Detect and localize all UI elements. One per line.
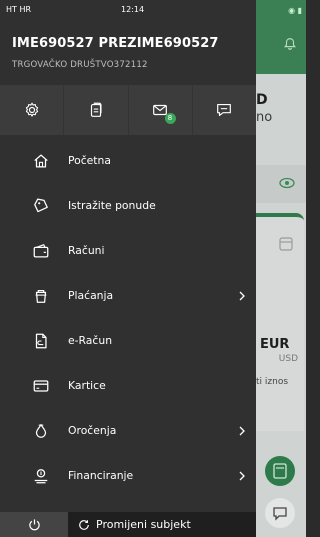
background-text: D — [256, 92, 268, 108]
background-secondary-currency: USD — [278, 354, 298, 364]
background-text: no — [256, 110, 273, 125]
menu-item-label: Računi — [68, 244, 105, 257]
background-app-overlay[interactable]: ◉ ▮ D no EUR USD ti iznos — [256, 0, 306, 537]
status-time: 12:14 — [121, 5, 145, 14]
chevron-right-icon — [239, 471, 245, 480]
screen: ◉ ▮ D no EUR USD ti iznos HT HR 12:14 IM… — [0, 0, 306, 537]
menu-item-label: Plaćanja — [68, 289, 114, 302]
menu-item-label: Kartice — [68, 379, 106, 392]
eye-icon — [279, 177, 295, 189]
gear-icon — [25, 102, 38, 117]
financing-icon — [34, 468, 48, 483]
main-menu: Početna Istražite ponude Računi Plaćanja… — [0, 138, 256, 498]
power-icon — [28, 519, 40, 531]
menu-item-istrazite-ponude[interactable]: Istražite ponude — [0, 183, 256, 228]
documents-button[interactable] — [64, 85, 129, 135]
menu-item-placanja[interactable]: Plaćanja — [0, 273, 256, 318]
background-chat-button — [265, 498, 295, 528]
card-icon — [33, 379, 49, 392]
menu-item-orocenja[interactable]: Oročenja — [0, 408, 256, 453]
navigation-drawer: HT HR 12:14 IME690527 PREZIME690527 TRGO… — [0, 0, 256, 537]
menu-item-financiranje[interactable]: Financiranje — [0, 453, 256, 498]
background-fab-button — [265, 456, 295, 486]
card-icon — [279, 237, 293, 251]
menu-item-e-racun[interactable]: e-Račun — [0, 318, 256, 363]
document-icon — [90, 102, 102, 117]
home-icon — [34, 154, 48, 167]
menu-item-kartice[interactable]: Kartice — [0, 363, 256, 408]
chevron-right-icon — [239, 291, 245, 300]
quick-actions-bar: 8 — [0, 85, 256, 135]
e-invoice-icon — [35, 333, 47, 348]
calculator-icon — [273, 463, 287, 479]
chat-button[interactable] — [193, 85, 256, 135]
menu-item-label: Oročenja — [68, 424, 117, 437]
menu-item-label: Početna — [68, 154, 112, 167]
chevron-right-icon — [239, 426, 245, 435]
refresh-icon — [79, 519, 89, 530]
menu-item-label: Financiranje — [68, 469, 134, 482]
user-info: IME690527 PREZIME690527 TRGOVAČKO DRUŠTV… — [12, 36, 219, 70]
status-icons: ◉ ▮ — [288, 6, 302, 15]
background-amount-label: ti iznos — [256, 377, 289, 387]
chat-icon — [273, 507, 287, 521]
menu-item-racuni[interactable]: Računi — [0, 228, 256, 273]
switch-subject-button[interactable]: Promijeni subjekt — [68, 512, 256, 537]
tag-icon — [34, 197, 48, 212]
background-header: ◉ ▮ — [256, 0, 306, 74]
messages-button[interactable]: 8 — [129, 85, 193, 135]
menu-item-label: e-Račun — [68, 334, 113, 347]
carrier-label: HT HR — [6, 5, 32, 14]
switch-subject-label: Promijeni subjekt — [96, 518, 191, 531]
user-name: IME690527 PREZIME690527 — [12, 36, 219, 51]
bell-icon — [284, 38, 296, 50]
menu-item-label: Istražite ponude — [68, 199, 156, 212]
settings-button[interactable] — [0, 85, 65, 135]
unread-badge: 8 — [164, 113, 176, 124]
drawer-footer: Promijeni subjekt — [0, 512, 256, 537]
chat-icon — [217, 104, 232, 116]
status-bar: HT HR 12:14 — [0, 0, 256, 18]
payment-icon — [35, 289, 47, 303]
menu-item-pocetna[interactable]: Početna — [0, 138, 256, 183]
logout-button[interactable] — [0, 512, 68, 537]
deposit-icon — [35, 423, 47, 438]
user-company: TRGOVAČKO DRUŠTVO372112 — [12, 60, 148, 70]
wallet-icon — [33, 243, 49, 257]
background-currency: EUR — [260, 337, 290, 352]
